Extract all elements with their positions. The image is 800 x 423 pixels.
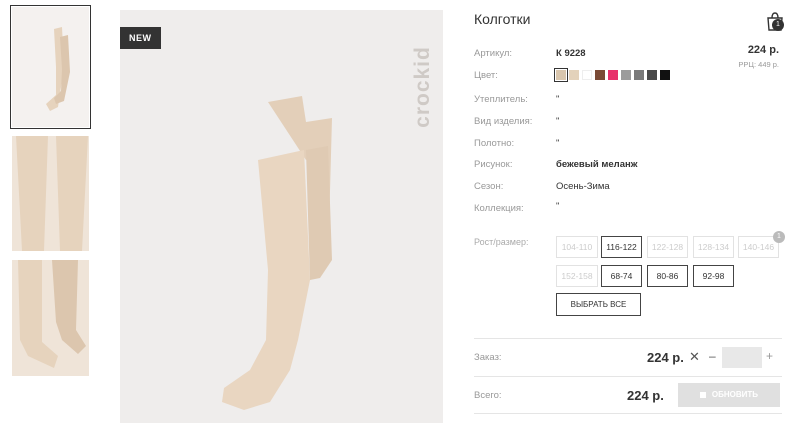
color-swatch[interactable] <box>582 70 592 80</box>
color-swatch[interactable] <box>647 70 657 80</box>
new-badge: NEW <box>120 27 161 49</box>
type-label: Вид изделия: <box>474 116 533 127</box>
quantity-plus-button[interactable]: + <box>766 349 773 363</box>
divider <box>474 338 782 339</box>
cart-count-badge: 1 <box>772 19 784 31</box>
color-swatches <box>554 68 670 82</box>
sku-label: Артикул: <box>474 48 513 59</box>
update-button-label: ОБНОВИТЬ <box>711 390 759 399</box>
recommended-price: РРЦ: 449 р. <box>738 60 779 69</box>
collection-value: " <box>556 201 560 212</box>
tights-feet-image <box>12 260 89 376</box>
size-option-152-158: 152-158 <box>556 265 598 287</box>
thumbnail-1[interactable] <box>10 5 91 129</box>
color-swatch[interactable] <box>595 70 605 80</box>
size-option-122-128: 122-128 <box>647 236 688 258</box>
total-label: Всего: <box>474 390 502 401</box>
brand-logo: crockid <box>411 45 434 128</box>
color-swatch[interactable] <box>569 70 579 80</box>
thumbnail-3[interactable] <box>12 260 89 376</box>
order-price: 224 р. <box>647 350 684 365</box>
season-value: Осень-Зима <box>556 181 610 192</box>
size-option-92-98[interactable]: 92-98 <box>693 265 734 287</box>
size-option-68-74[interactable]: 68-74 <box>601 265 642 287</box>
thumbnail-2[interactable] <box>12 136 89 251</box>
season-label: Сезон: <box>474 181 504 192</box>
select-all-sizes-button[interactable]: ВЫБРАТЬ ВСЕ <box>556 293 641 316</box>
remove-icon[interactable]: ✕ <box>689 349 700 365</box>
lock-icon <box>699 392 706 398</box>
type-value: " <box>556 116 560 127</box>
color-swatch[interactable] <box>554 68 568 82</box>
size-option-128-134: 128-134 <box>693 236 734 258</box>
size-count-badge: 1 <box>773 231 785 243</box>
main-product-image[interactable]: NEW crockid <box>120 10 443 423</box>
color-swatch[interactable] <box>621 70 631 80</box>
pattern-label: Рисунок: <box>474 159 513 170</box>
quantity-input[interactable] <box>722 347 762 368</box>
divider <box>474 376 782 377</box>
color-label: Цвет: <box>474 70 498 81</box>
sku-value: К 9228 <box>556 48 586 59</box>
product-title: Колготки <box>474 11 531 27</box>
fabric-value: " <box>556 138 560 149</box>
tights-thumbnail-image <box>46 27 70 111</box>
update-button[interactable]: ОБНОВИТЬ <box>678 383 780 407</box>
size-option-104-110: 104-110 <box>556 236 598 258</box>
color-swatch[interactable] <box>608 70 618 80</box>
color-swatch[interactable] <box>660 70 670 80</box>
collection-label: Коллекция: <box>474 203 524 214</box>
pattern-value: бежевый меланж <box>556 159 638 170</box>
divider <box>474 413 782 414</box>
color-swatch[interactable] <box>634 70 644 80</box>
insulation-value: " <box>556 94 560 105</box>
size-option-116-122[interactable]: 116-122 <box>601 236 642 258</box>
size-option-80-86[interactable]: 80-86 <box>647 265 688 287</box>
tights-closeup-image <box>12 136 89 251</box>
tights-image <box>222 96 332 410</box>
quantity-minus-button[interactable]: – <box>709 349 716 363</box>
total-price: 224 р. <box>627 388 664 403</box>
insulation-label: Утеплитель: <box>474 94 528 105</box>
product-price: 224 р. <box>747 44 779 56</box>
sizes-label: Рост/размер: <box>474 237 529 247</box>
fabric-label: Полотно: <box>474 138 515 149</box>
order-label: Заказ: <box>474 352 502 363</box>
